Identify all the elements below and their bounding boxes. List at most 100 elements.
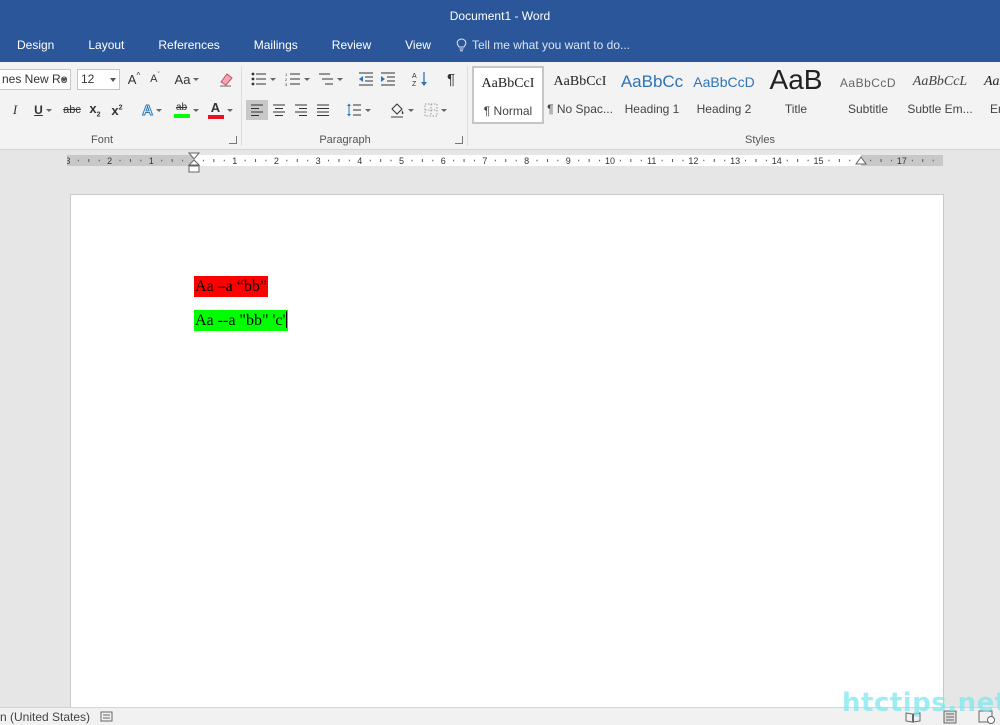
font-name-value: nes New Ro [2, 72, 68, 86]
tab-view[interactable]: View [388, 33, 448, 57]
italic-button[interactable]: I [6, 100, 24, 120]
borders-button[interactable] [420, 100, 450, 120]
tab-mailings[interactable]: Mailings [237, 33, 315, 57]
align-center-icon [273, 104, 285, 116]
style-heading-2[interactable]: AaBbCcD Heading 2 [688, 66, 760, 124]
superscript-button[interactable]: x2 [108, 100, 126, 120]
font-size-input[interactable]: 12 [77, 69, 120, 90]
chevron-down-icon [192, 108, 199, 112]
font-name-input[interactable]: nes New Ro [0, 69, 71, 90]
increase-indent-icon [381, 72, 395, 86]
style-heading-1[interactable]: AaBbCc Heading 1 [616, 66, 688, 124]
align-center-button[interactable] [269, 100, 289, 120]
paragraph-dialog-launcher-icon[interactable] [455, 136, 463, 144]
sort-button[interactable]: A Z [410, 69, 430, 89]
ruler-number: 11 [647, 156, 656, 166]
style-preview: AaBbCcD [839, 76, 897, 90]
font-size-value: 12 [81, 72, 95, 86]
ruler-number: 9 [566, 156, 571, 166]
style-subtle-emphasis[interactable]: AaBbCcL Subtle Em... [904, 66, 976, 124]
ruler-number: 5 [399, 156, 404, 166]
superscript-icon: x2 [111, 103, 122, 118]
style-name: ¶ Normal [483, 104, 533, 118]
ruler-number: 14 [772, 156, 782, 166]
document-line-2[interactable]: Aa --a "bb" 'c' [194, 310, 289, 331]
ruler-number: 3 [316, 156, 321, 166]
styles-gallery: AaBbCcI ¶ Normal AaBbCcI ¶ No Spac... Aa… [472, 66, 1000, 126]
change-case-button[interactable]: Aa [172, 69, 202, 89]
paint-bucket-icon [390, 103, 403, 118]
style-title[interactable]: AaB Title [760, 66, 832, 124]
style-preview: AaBbCc [620, 72, 684, 91]
subscript-button[interactable]: x2 [86, 100, 104, 120]
ruler-number: 2 [107, 156, 112, 166]
svg-text:A: A [412, 73, 417, 80]
decrease-indent-icon [359, 72, 373, 86]
increase-indent-button[interactable] [378, 69, 398, 89]
underline-button[interactable]: U [28, 100, 58, 120]
chevron-down-icon [336, 77, 343, 81]
indent-marker-icon[interactable] [188, 152, 200, 174]
style-preview: AaBbCcL [912, 74, 968, 89]
text-effects-button[interactable]: A [138, 100, 166, 120]
lightbulb-icon [456, 38, 467, 52]
style-name: Heading 1 [624, 102, 680, 116]
highlight-color-button[interactable]: ab [170, 100, 202, 120]
tell-me-box[interactable]: Tell me what you want to do... [456, 38, 630, 52]
justify-button[interactable] [313, 100, 333, 120]
ruler-number: 13 [730, 156, 740, 166]
tab-layout[interactable]: Layout [71, 33, 141, 57]
font-color-button[interactable]: A [204, 100, 236, 120]
bullets-button[interactable] [248, 69, 278, 89]
ruler-number: 12 [688, 156, 698, 166]
tab-references[interactable]: References [141, 33, 236, 57]
align-left-button[interactable] [246, 100, 268, 120]
language-status[interactable]: n (United States) [0, 710, 90, 724]
ribbon: nes New Ro 12 A^ Aˇ Aa I U abc x2 x2 A [0, 62, 1000, 150]
shading-button[interactable] [386, 100, 416, 120]
tab-design[interactable]: Design [0, 33, 71, 57]
style-name: Heading 2 [696, 102, 752, 116]
decrease-indent-button[interactable] [356, 69, 376, 89]
highlight-swatch [173, 113, 190, 118]
style-no-spacing[interactable]: AaBbCcI ¶ No Spac... [544, 66, 616, 124]
grow-font-button[interactable]: A ^ [124, 69, 144, 89]
style-normal[interactable]: AaBbCcI ¶ Normal [472, 66, 544, 124]
chevron-down-icon [226, 108, 233, 112]
align-right-button[interactable] [291, 100, 311, 120]
tab-review[interactable]: Review [315, 33, 388, 57]
shrink-font-button[interactable]: Aˇ [146, 69, 164, 89]
strikethrough-button[interactable]: abc [61, 100, 83, 120]
font-dialog-launcher-icon[interactable] [229, 136, 237, 144]
chevron-down-icon [440, 108, 447, 112]
right-indent-marker-icon[interactable] [855, 156, 867, 166]
ruler-number: 1 [232, 156, 237, 166]
chevron-down-icon [193, 77, 200, 81]
align-left-icon [251, 104, 263, 116]
document-page[interactable]: Aa –a “bb” Aa --a "bb" 'c' [70, 194, 944, 714]
numbering-button[interactable]: 123 [282, 69, 312, 89]
justify-icon [317, 104, 329, 116]
clear-formatting-button[interactable] [216, 69, 236, 89]
subscript-x: x [89, 101, 97, 117]
style-emphasis[interactable]: AaBbCcL Em [976, 66, 1000, 124]
strikethrough-icon: abc [63, 104, 81, 116]
numbered-list-icon: 123 [285, 72, 300, 86]
caret-up-icon: ^ [136, 70, 141, 80]
macro-record-icon[interactable] [100, 711, 113, 722]
multilevel-list-button[interactable] [316, 69, 344, 89]
font-group-label: Font [90, 134, 113, 146]
style-name: Subtle Em... [907, 102, 973, 116]
document-line-1[interactable]: Aa –a “bb” [194, 276, 268, 297]
line-spacing-button[interactable] [343, 100, 373, 120]
show-formatting-button[interactable]: ¶ [442, 69, 460, 89]
style-subtitle[interactable]: AaBbCcD Subtitle [832, 66, 904, 124]
italic-icon: I [12, 102, 18, 117]
ruler-number: 10 [605, 156, 615, 166]
text-effects-icon: A [142, 101, 154, 119]
chevron-down-icon [61, 78, 67, 82]
subscript-icon: x2 [89, 101, 100, 119]
tell-me-placeholder: Tell me what you want to do... [471, 38, 631, 52]
ribbon-tabs: Design Layout References Mailings Review… [0, 33, 630, 57]
ruler-number: 17 [897, 156, 907, 166]
